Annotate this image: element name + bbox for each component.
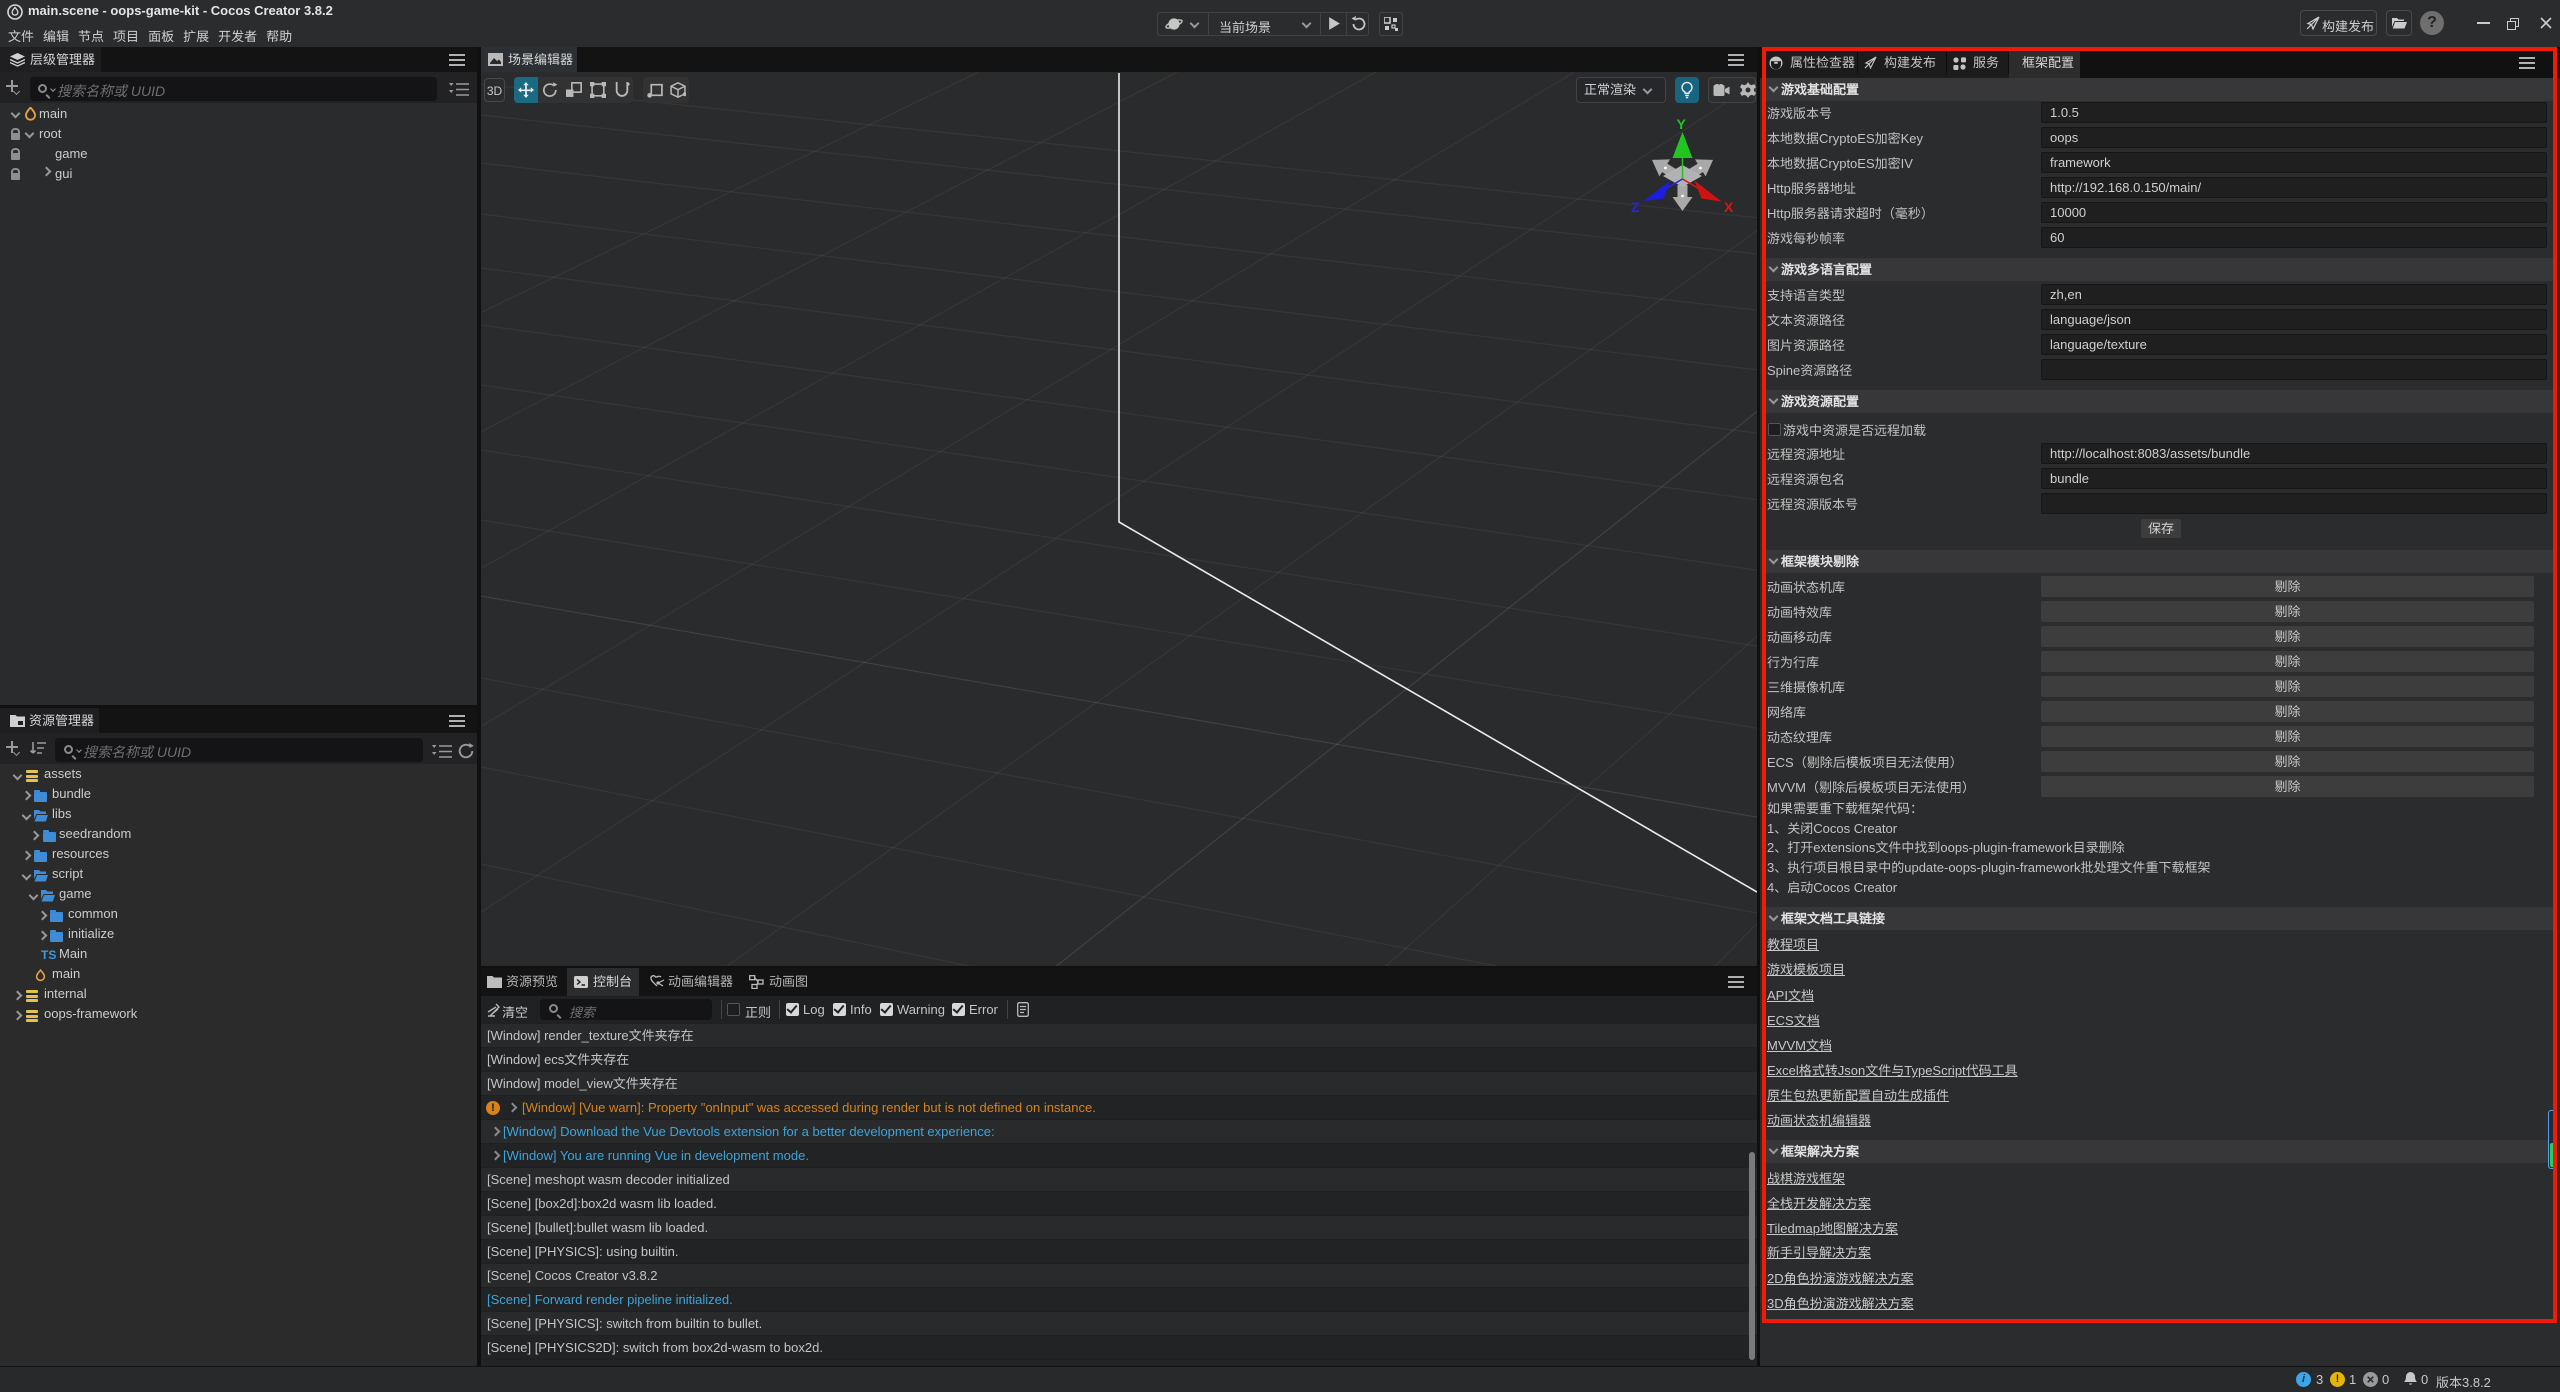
svg-text:Y: Y [1677, 116, 1687, 132]
svg-text:X: X [1724, 199, 1734, 215]
svg-text:Z: Z [1631, 199, 1640, 215]
